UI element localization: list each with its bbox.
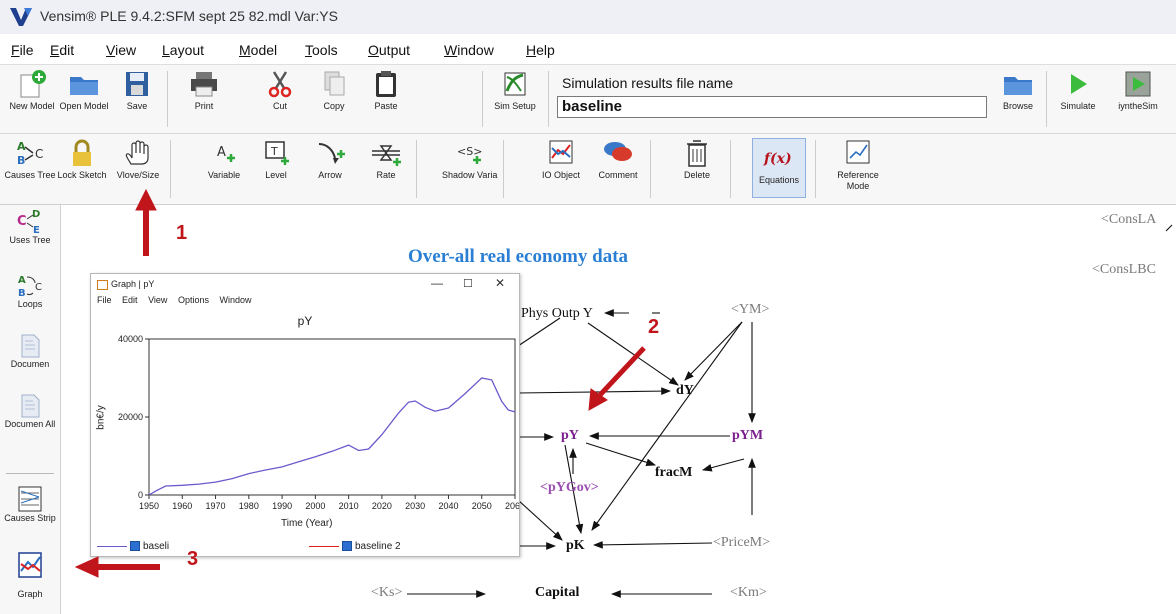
- annotation-arrow-3: [74, 556, 99, 578]
- annotation-arrows: [74, 188, 646, 578]
- annotation-label-1: 1: [176, 222, 188, 244]
- annotation-label-2: 2: [648, 316, 660, 338]
- annotation-arrow-1: [135, 188, 157, 211]
- annotation-label-3: 3: [187, 548, 199, 570]
